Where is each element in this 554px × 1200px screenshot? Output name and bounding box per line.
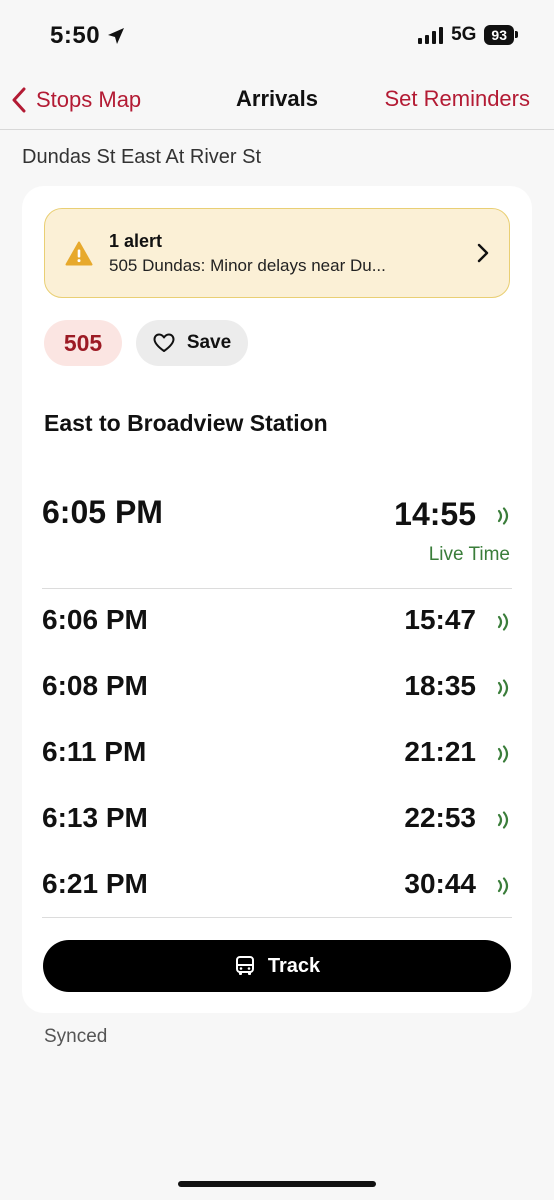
chevron-right-icon — [477, 243, 489, 263]
countdown-time: 14:55 — [394, 496, 476, 532]
save-button[interactable]: Save — [136, 320, 248, 366]
scheduled-time: 6:05 PM — [42, 494, 163, 530]
route-badge: 505 — [44, 320, 122, 366]
live-signal-icon — [497, 811, 509, 829]
scheduled-time: 6:13 PM — [42, 802, 148, 833]
location-arrow-icon — [108, 28, 125, 44]
arrival-row: 6:21 PM 30:44 — [42, 868, 512, 904]
divider — [42, 588, 512, 589]
arrival-row: 6:05 PM 14:55 — [42, 494, 512, 534]
live-time-label: Live Time — [428, 544, 510, 565]
live-signal-icon — [497, 679, 509, 697]
track-button[interactable]: Track — [43, 940, 511, 992]
alert-text: 505 Dundas: Minor delays near Du... — [109, 256, 386, 275]
status-time-text: 5:50 — [50, 22, 101, 49]
countdown-time: 18:35 — [404, 670, 476, 701]
status-indicators: 5G 93 — [418, 24, 518, 46]
signal-icon — [418, 26, 444, 44]
scheduled-time: 6:21 PM — [42, 868, 148, 899]
navigation-bar: Stops Map Arrivals Set Reminders — [0, 72, 554, 130]
track-button-label: Track — [267, 954, 321, 977]
live-signal-icon — [497, 745, 509, 763]
live-signal-icon — [497, 613, 509, 631]
save-button-label: Save — [186, 332, 232, 353]
arrival-row: 6:13 PM 22:53 — [42, 802, 512, 838]
scheduled-time: 6:11 PM — [42, 736, 147, 767]
scheduled-time: 6:08 PM — [42, 670, 148, 701]
battery-icon: 93 — [484, 25, 518, 45]
status-time: 5:50 — [50, 22, 126, 50]
direction-heading: East to Broadview Station — [44, 410, 328, 436]
countdown-time: 21:21 — [404, 736, 476, 767]
arrival-row: 6:06 PM 15:47 — [42, 604, 512, 640]
live-signal-icon — [497, 507, 509, 525]
countdown-time: 22:53 — [404, 802, 476, 833]
live-signal-icon — [497, 877, 509, 895]
arrival-row: 6:08 PM 18:35 — [42, 670, 512, 706]
countdown-time: 15:47 — [404, 604, 476, 635]
home-indicator[interactable] — [178, 1181, 376, 1187]
divider — [42, 917, 512, 918]
scheduled-time: 6:06 PM — [42, 604, 148, 635]
status-bar: 5:50 5G 93 — [0, 0, 554, 72]
arrival-row: 6:11 PM 21:21 — [42, 736, 512, 772]
sync-status: Synced — [44, 1026, 108, 1047]
arrivals-card: 1 alert 505 Dundas: Minor delays near Du… — [22, 186, 532, 1013]
alert-banner[interactable]: 1 alert 505 Dundas: Minor delays near Du… — [44, 208, 510, 298]
countdown-time: 30:44 — [404, 868, 476, 899]
set-reminders-button[interactable]: Set Reminders — [384, 86, 530, 112]
bus-icon — [235, 956, 254, 975]
warning-icon — [65, 241, 93, 266]
heart-icon — [153, 333, 175, 352]
alert-title: 1 alert — [109, 231, 163, 251]
network-label: 5G — [451, 24, 477, 45]
stop-name: Dundas St East At River St — [22, 146, 261, 168]
